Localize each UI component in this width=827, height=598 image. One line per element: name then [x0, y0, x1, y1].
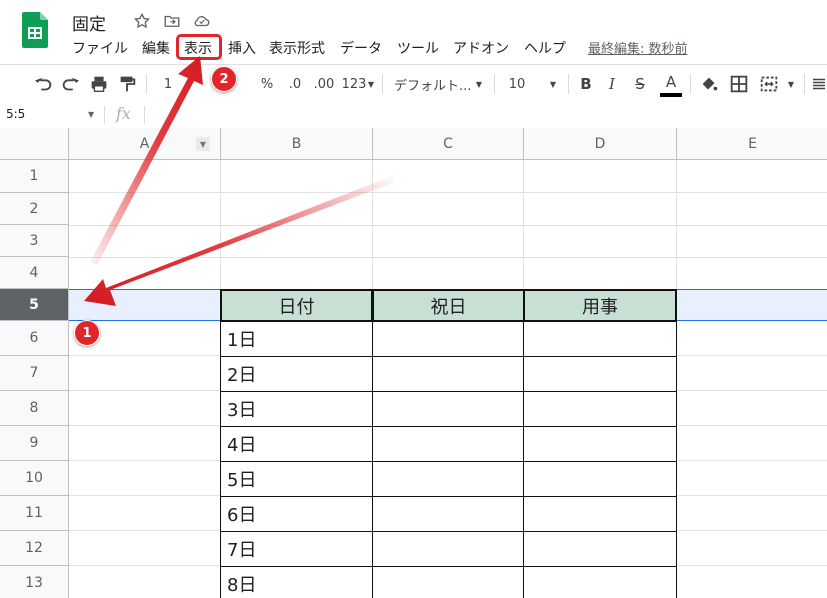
- annotation-arrows: [84, 56, 395, 306]
- arrow-to-view-menu: [90, 56, 203, 265]
- annotation-badge-1: 1: [74, 320, 100, 346]
- annotation-badge-2: 2: [211, 66, 237, 92]
